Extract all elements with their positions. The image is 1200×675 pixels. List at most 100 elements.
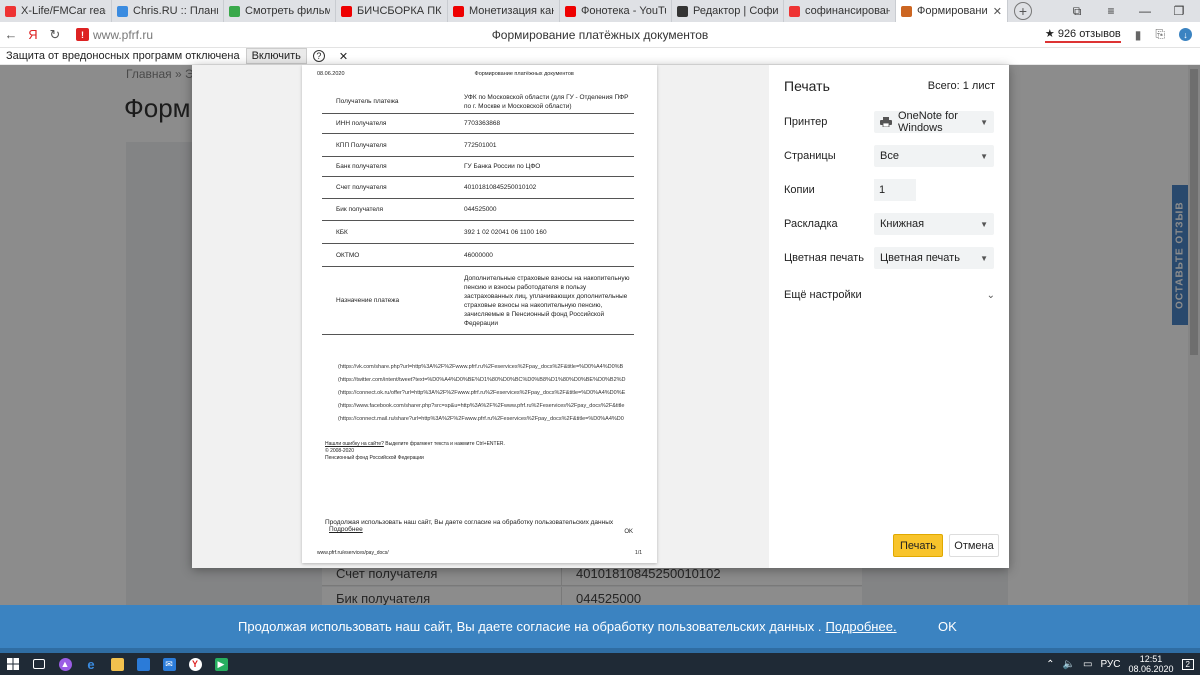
clock-time: 12:51 [1139,654,1163,664]
pages-select[interactable]: Все ▼ [874,145,994,167]
chevron-down-icon: ▼ [980,151,988,161]
tab-label: софинансирование пе [805,5,890,17]
close-bar-icon[interactable]: ✕ [339,50,348,63]
org-name: Пенсионный фонд Российской Федерации [325,455,424,461]
app-icon[interactable]: ▲ [52,653,78,675]
enable-protection-button[interactable]: Включить [245,48,307,64]
network-icon[interactable]: ▭ [1083,659,1092,670]
help-icon[interactable]: ? [312,50,325,62]
browser-tab[interactable]: Смотреть фильмы онл [224,0,336,22]
task-view-icon[interactable] [26,653,52,675]
tab-favicon-icon [901,5,912,17]
tab-label: Редактор | Софинанси [693,5,778,17]
payment-row: Получатель платежа УФК по Московской обла… [322,90,634,114]
preview-footer-url: www.pfrf.ru/eservices/pay_docs/ [317,550,389,556]
new-tab-button[interactable]: + [1014,2,1032,20]
payment-row-label: Банк получателя [336,163,387,170]
payment-row: ОКТМО 46000000 [322,244,634,267]
close-tab-icon[interactable]: ✕ [993,5,1002,18]
chevron-down-icon: ▼ [980,253,988,263]
tab-label: Смотреть фильмы онл [245,5,330,17]
reload-icon[interactable]: ↻ [44,27,66,43]
more-settings-toggle[interactable]: Ещё настройки ⌄ [784,289,995,301]
bookmarks-icon[interactable]: ⧉ [1060,0,1094,22]
copies-label: Копии [784,184,815,196]
cancel-button[interactable]: Отмена [949,534,999,557]
tab-favicon-icon [117,5,128,17]
extensions-icon[interactable]: ⎘ [1155,27,1165,42]
volume-icon[interactable]: 🔈 [1063,659,1075,670]
browser-tab[interactable]: Монетизация канала [448,0,560,22]
address-bar: ← Я ↻ ! www.pfrf.ru Формирование платёжн… [0,22,1200,48]
print-settings: Печать Всего: 1 лист Принтер OneNote for… [769,65,1009,568]
payment-row-value: УФК по Московской области (для ГУ - Отде… [464,93,629,110]
minimize-button[interactable]: — [1128,0,1162,22]
payment-row: Банк получателя ГУ Банка России по ЦФО [322,157,634,177]
share-links: (https://vk.com/share.php?url=http%3A%2F… [338,361,642,426]
tab-favicon-icon [677,5,688,17]
edge-icon[interactable]: e [78,653,104,675]
warning-icon[interactable]: ! [76,28,89,41]
mail-icon[interactable]: ✉ [156,653,182,675]
download-icon[interactable]: ↓ [1179,28,1192,41]
color-select[interactable]: Цветная печать ▼ [874,247,994,269]
media-app-icon[interactable]: ▶ [208,653,234,675]
browser-tab[interactable]: Chris.RU :: Планирован [112,0,224,22]
browser-tab[interactable]: БИЧСБОРКА ПК ЗА 10 [336,0,448,22]
payment-row-value: 46000000 [464,251,493,259]
url-field[interactable]: www.pfrf.ru [93,28,153,42]
payment-row-value: ГУ Банка России по ЦФО [464,163,541,170]
print-button[interactable]: Печать [893,534,943,557]
tab-label: Chris.RU :: Планирован [133,5,218,17]
bookmark-icon[interactable]: ▮ [1135,28,1142,42]
protection-text: Защита от вредоносных программ отключена [6,50,240,62]
browser-tab[interactable]: Фонотека - YouTube [560,0,672,22]
copies-input[interactable]: 1 [874,179,916,201]
payment-row-value: 7703363868 [464,120,501,127]
printer-select[interactable]: OneNote for Windows ▼ [874,110,994,134]
preview-page-count: 1/1 [635,550,642,556]
tab-label: Монетизация канала [469,5,554,17]
language-indicator[interactable]: РУС [1100,659,1120,670]
browser-tab[interactable]: софинансирование пе [784,0,896,22]
yandex-logo-icon[interactable]: Я [22,27,44,42]
print-preview: 08.06.2020 Формирование платёжных докуме… [192,65,769,568]
tray-chevron-icon[interactable]: ⌃ [1046,659,1054,670]
tab-favicon-icon [341,5,352,17]
printer-label: Принтер [784,116,828,128]
cookie-banner-more-link[interactable]: Подробнее. [826,619,897,634]
browser-tab[interactable]: X-Life/FMCar ready Air [0,0,112,22]
close-window-button[interactable]: ✕ [1196,0,1200,22]
menu-icon[interactable]: ≡ [1094,0,1128,22]
cookie-banner-message: Продолжая использовать наш сайт, Вы дает… [238,619,822,634]
preview-cookie-ok: OK [624,529,633,535]
layout-select[interactable]: Книжная ▼ [874,213,994,235]
file-explorer-icon[interactable] [104,653,130,675]
browser-tab[interactable]: Формирование пла ✕ [896,0,1008,22]
browser-tab[interactable]: Редактор | Софинанси [672,0,784,22]
preview-cookie-more: Подробнее [329,526,363,533]
payment-row-label: Получатель платежа [336,98,399,105]
payment-row-label: Бик получателя [336,206,384,213]
payment-row-label: ИНН получателя [336,120,387,127]
sheet-count: Всего: 1 лист [927,80,995,92]
payment-row: Назначение платежа Дополнительные страхов… [322,267,634,335]
notification-icon[interactable]: 2 [1181,658,1194,670]
start-button[interactable] [0,653,26,675]
preview-date: 08.06.2020 [317,71,345,77]
tab-favicon-icon [565,5,576,17]
clock[interactable]: 12:51 08.06.2020 [1129,654,1174,674]
share-link: (https://www.facebook.com/sharer.php?src… [338,403,625,409]
back-icon[interactable]: ← [0,27,22,42]
reviews-badge[interactable]: ★ 926 отзывов [1044,27,1121,43]
payment-row-value: 044525000 [464,206,497,213]
maximize-button[interactable]: ❐ [1162,0,1196,22]
cookie-banner-ok-button[interactable]: OK [938,619,957,634]
layout-label: Раскладка [784,218,838,230]
windows-taskbar: ▲ e ✉ Y ▶ ⌃ 🔈 ▭ РУС 12:51 08.06.2020 2 [0,653,1200,675]
tab-favicon-icon [453,5,464,17]
chevron-down-icon: ▼ [980,219,988,229]
color-value: Цветная печать [880,252,960,264]
yandex-browser-icon[interactable]: Y [182,653,208,675]
store-icon[interactable] [130,653,156,675]
